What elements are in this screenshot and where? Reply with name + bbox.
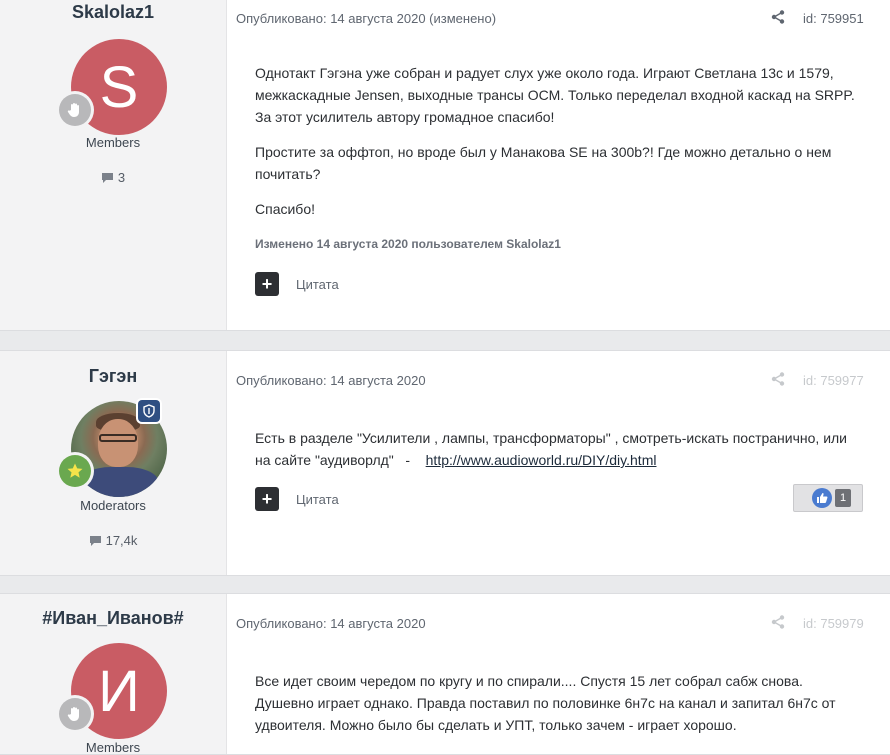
post-paragraph: Простите за оффтоп, но вроде был у Манак… (255, 144, 832, 182)
comment-icon (101, 173, 113, 183)
post-date[interactable]: Опубликовано: 14 августа 2020 (236, 373, 426, 388)
post-content: Опубликовано: 14 августа 2020 id: 759977… (227, 351, 890, 575)
post-id[interactable]: id: 759951 (803, 11, 864, 26)
post-paragraph: Есть в разделе "Усилители , лампы, транс… (255, 427, 855, 471)
share-icon[interactable] (771, 10, 785, 29)
post-body: Однотакт Гэгэна уже собран и радует слух… (255, 62, 855, 268)
reaction-button[interactable]: 1 (793, 484, 863, 512)
author-name[interactable]: #Иван_Иванов# (0, 608, 226, 629)
author-name[interactable]: Skalolaz1 (0, 2, 226, 23)
post-count[interactable]: 3 (0, 170, 226, 185)
shield-icon (138, 400, 160, 422)
post-id[interactable]: id: 759979 (803, 616, 864, 631)
post-count-value: 17,4k (105, 533, 138, 548)
post-759979: #Иван_Иванов# И Members Опубликовано: 14… (0, 593, 890, 755)
post-content: Опубликовано: 14 августа 2020 id: 759979… (227, 594, 890, 754)
thumbs-up-icon (812, 488, 832, 508)
plus-icon: + (261, 273, 273, 294)
star-icon (59, 455, 91, 487)
post-paragraph: Спасибо! (255, 201, 315, 217)
author-panel: #Иван_Иванов# И Members (0, 594, 227, 754)
share-icon[interactable] (771, 615, 785, 634)
avatar-photo-part (79, 467, 159, 497)
share-icon[interactable] (771, 372, 785, 391)
multiquote-button[interactable]: + (255, 487, 279, 511)
external-link[interactable]: http://www.audioworld.ru/DIY/diy.html (426, 452, 657, 468)
multiquote-button[interactable]: + (255, 272, 279, 296)
post-body: Все идет своим чередом по кругу и по спи… (255, 670, 855, 749)
post-id[interactable]: id: 759977 (803, 373, 864, 388)
avatar-photo-part (98, 419, 138, 467)
comment-icon (89, 536, 101, 546)
post-759977: Гэгэн Moderators 17,4k Опубликовано: 14 … (0, 350, 890, 576)
member-group: Moderators (80, 498, 146, 513)
post-body: Есть в разделе "Усилители , лампы, транс… (255, 427, 855, 484)
quote-button[interactable]: Цитата (296, 277, 339, 292)
hand-icon (59, 94, 91, 126)
post-paragraph: Все идет своим чередом по кругу и по спи… (255, 673, 836, 733)
post-paragraph: Однотакт Гэгэна уже собран и радует слух… (255, 65, 855, 125)
avatar-letter: И (98, 658, 140, 724)
post-date[interactable]: Опубликовано: 14 августа 2020 (236, 616, 426, 631)
avatar-letter: S (99, 54, 139, 120)
author-panel: Гэгэн Moderators 17,4k (0, 351, 227, 575)
author-name[interactable]: Гэгэн (0, 366, 226, 387)
post-date[interactable]: Опубликовано: 14 августа 2020 (изменено) (236, 11, 496, 26)
quote-button[interactable]: Цитата (296, 492, 339, 507)
member-group: Members (85, 740, 141, 755)
author-panel: Skalolaz1 S Members 3 (0, 0, 227, 330)
post-count[interactable]: 17,4k (0, 533, 226, 548)
avatar-photo-part (99, 434, 137, 442)
hand-icon (59, 698, 91, 730)
member-group: Members (85, 135, 141, 150)
post-content: Опубликовано: 14 августа 2020 (изменено)… (227, 0, 890, 330)
plus-icon: + (261, 488, 273, 509)
edited-note: Изменено 14 августа 2020 пользователем S… (255, 237, 561, 251)
reaction-count: 1 (835, 489, 852, 507)
post-count-value: 3 (117, 170, 126, 185)
post-759951: Skalolaz1 S Members 3 Опубликовано: 14 а… (0, 0, 890, 331)
